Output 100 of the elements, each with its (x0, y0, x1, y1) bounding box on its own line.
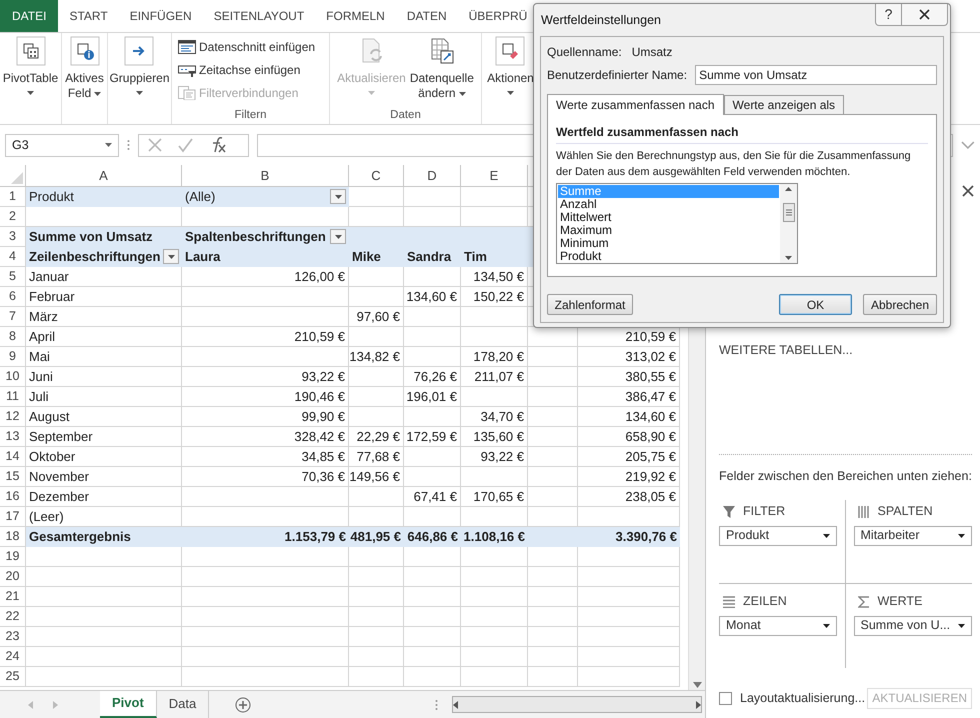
list-item[interactable]: Mittelwert (558, 211, 779, 224)
row-header[interactable]: 19 (0, 547, 26, 567)
table-cell: Oktober (26, 447, 182, 467)
table-cell: 77,68 € (349, 447, 404, 467)
table-cell: 170,65 € (461, 487, 528, 507)
column-header[interactable]: C (349, 165, 404, 187)
row-header[interactable]: 12 (0, 407, 26, 427)
row-header[interactable]: 17 (0, 507, 26, 527)
field-dropdown[interactable]: Produkt (719, 526, 836, 546)
table-cell: 67,41 € (404, 487, 461, 507)
table-cell: 196,01 € (404, 387, 461, 407)
table-cell: 99,90 € (182, 407, 349, 427)
ribbon-button[interactable]: Zeitachse einfügen (178, 59, 329, 81)
group-label: Daten (389, 108, 422, 122)
dialog-tab[interactable]: Werte anzeigen als (724, 95, 844, 114)
table-cell: Produkt (26, 187, 182, 207)
table-cell: 328,42 € (182, 427, 349, 447)
sheet-tab[interactable]: Data (156, 690, 210, 718)
table-cell: 211,07 € (461, 367, 528, 387)
table-cell: Februar (26, 287, 182, 307)
row-header[interactable]: 23 (0, 627, 26, 647)
table-cell: November (26, 467, 182, 487)
table-cell: 134,50 € (461, 267, 528, 287)
file-tab[interactable]: DATEI (0, 0, 58, 32)
row-header[interactable]: 16 (0, 487, 26, 507)
table-cell: 134,60 € (578, 407, 680, 427)
row-header[interactable]: 5 (0, 267, 26, 287)
field-label: Benutzerdefinierter Name: (547, 67, 688, 84)
row-header[interactable]: 24 (0, 647, 26, 667)
row-header[interactable]: 14 (0, 447, 26, 467)
field-dropdown[interactable]: Summe von U... (854, 616, 972, 636)
table-cell: 380,55 € (578, 367, 680, 387)
dialog-tab[interactable]: Werte zusammenfassen nach (547, 94, 724, 115)
table-cell: 386,47 € (578, 387, 680, 407)
field-dropdown[interactable]: Mitarbeiter (854, 526, 972, 546)
field-value: Umsatz (632, 44, 672, 60)
name-input[interactable]: Summe von Umsatz (695, 65, 937, 85)
ribbon-tab[interactable]: SEITENLAYOUT (202, 0, 316, 32)
area-title: ZEILEN (743, 593, 787, 610)
ribbon-tab[interactable]: ÜBERPRÜ (458, 0, 538, 32)
table-cell: 34,70 € (461, 407, 528, 427)
table-cell: 210,59 € (182, 327, 349, 347)
table-cell: Juni (26, 367, 182, 387)
list-item[interactable]: Minimum (558, 237, 779, 250)
row-header[interactable]: 11 (0, 387, 26, 407)
dialog-button[interactable]: Abbrechen (863, 294, 937, 315)
row-header[interactable]: 7 (0, 307, 26, 327)
sheet-tab[interactable]: Pivot (100, 690, 157, 718)
field-label: Quellenname: (547, 44, 622, 60)
column-header[interactable]: D (404, 165, 461, 187)
ribbon-button[interactable]: PivotTable (2, 36, 60, 108)
row-header[interactable]: 8 (0, 327, 26, 347)
field-dropdown[interactable]: Monat (719, 616, 836, 636)
section-heading: Wertfeld zusammenfassen nach (556, 123, 928, 144)
row-header[interactable]: 13 (0, 427, 26, 447)
table-cell: 238,05 € (578, 487, 680, 507)
table-cell: Gesamtergebnis (26, 527, 182, 547)
ribbon-button[interactable]: Gruppieren (108, 36, 171, 108)
table-cell: April (26, 327, 182, 347)
row-header[interactable]: 22 (0, 607, 26, 627)
table-cell: 178,20 € (461, 347, 528, 367)
dialog-button[interactable]: OK (779, 294, 852, 315)
table-cell: Tim (461, 247, 528, 267)
table-cell: 134,82 € (349, 347, 404, 367)
list-item[interactable]: Anzahl (558, 198, 779, 211)
row-header[interactable]: 10 (0, 367, 26, 387)
name-box[interactable]: G3 (5, 134, 120, 156)
row-header[interactable]: 15 (0, 467, 26, 487)
table-cell: 481,95 € (349, 527, 404, 547)
ribbon-button[interactable]: Datenschnitt einfügen (178, 36, 329, 58)
list-item[interactable]: Produkt (558, 250, 779, 263)
list-item[interactable]: Maximum (558, 224, 779, 237)
row-header[interactable]: 2 (0, 207, 26, 227)
table-cell: September (26, 427, 182, 447)
area-title: WERTE (878, 593, 922, 610)
cell-text: (Alle) (185, 188, 216, 206)
row-header[interactable]: 25 (0, 667, 26, 687)
ribbon-tab[interactable]: FORMELN (315, 0, 396, 32)
table-cell: Dezember (26, 487, 182, 507)
table-cell: 70,36 € (182, 467, 349, 487)
table-cell: 34,85 € (182, 447, 349, 467)
table-cell: 313,02 € (578, 347, 680, 367)
table-cell: 205,75 € (578, 447, 680, 467)
table-cell: 1.153,79 € (182, 527, 349, 547)
row-header[interactable]: 9 (0, 347, 26, 367)
table-cell: 172,59 € (404, 427, 461, 447)
row-header[interactable]: 21 (0, 587, 26, 607)
function-list[interactable]: Summe Anzahl Mittelwert Maximum Minimum Produkt (556, 183, 798, 264)
ribbon-button[interactable]: Datenquelle ändern (408, 36, 475, 108)
row-header[interactable]: 20 (0, 567, 26, 587)
more-tables-link[interactable]: WEITERE TABELLEN... (719, 341, 972, 360)
ribbon-tab[interactable]: START (58, 0, 119, 32)
table-cell: 150,22 € (461, 287, 528, 307)
ribbon-tab[interactable]: EINFÜGEN (118, 0, 203, 32)
column-header[interactable]: E (461, 165, 528, 187)
ribbon-tab[interactable]: DATEN (396, 0, 458, 32)
help-button[interactable]: ? (875, 4, 902, 26)
ribbon-button[interactable]: Aktives Feld (64, 36, 105, 108)
row-header[interactable]: 6 (0, 287, 26, 307)
dialog-button[interactable]: Zahlenformat (547, 294, 633, 315)
